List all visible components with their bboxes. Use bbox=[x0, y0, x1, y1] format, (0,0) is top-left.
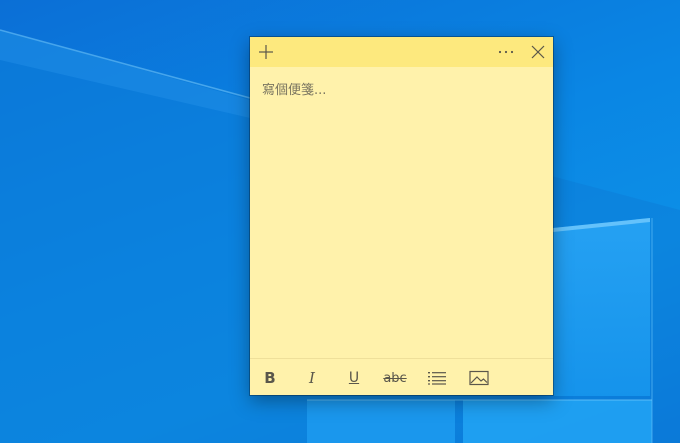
note-text-input[interactable] bbox=[262, 79, 540, 349]
bulleted-list-icon bbox=[428, 372, 446, 385]
underline-button[interactable]: U bbox=[339, 365, 369, 391]
note-title-bar[interactable] bbox=[250, 37, 553, 67]
close-note-button[interactable] bbox=[523, 37, 553, 67]
more-horizontal-icon bbox=[498, 50, 514, 54]
sticky-note-window: B I U abc bbox=[250, 37, 553, 395]
bold-button[interactable]: B bbox=[255, 365, 285, 391]
bulleted-list-button[interactable] bbox=[422, 365, 452, 391]
close-icon bbox=[531, 45, 545, 59]
strikethrough-button[interactable]: abc bbox=[378, 365, 412, 391]
note-menu-button[interactable] bbox=[491, 37, 521, 67]
new-note-button[interactable] bbox=[251, 37, 281, 67]
plus-icon bbox=[259, 45, 273, 59]
italic-button[interactable]: I bbox=[297, 365, 327, 391]
image-icon bbox=[469, 370, 489, 386]
add-image-button[interactable] bbox=[464, 365, 494, 391]
formatting-toolbar: B I U abc bbox=[250, 358, 553, 396]
